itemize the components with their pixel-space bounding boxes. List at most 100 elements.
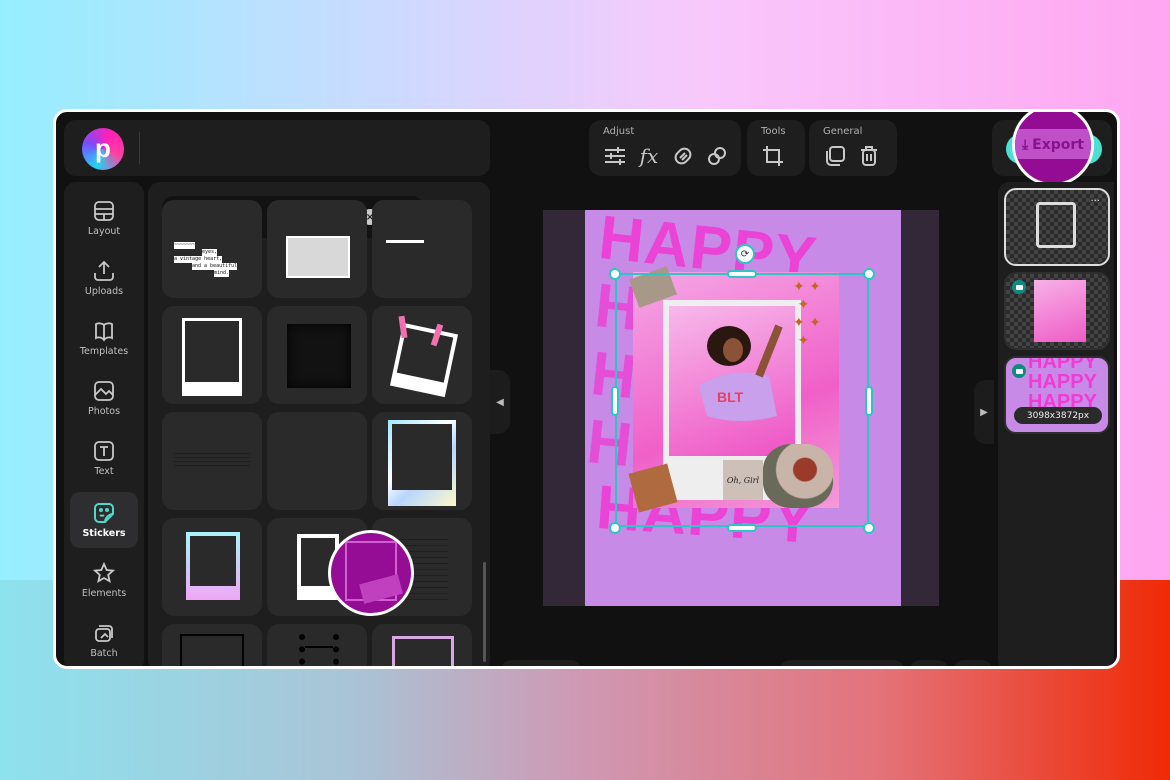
stickers-icon xyxy=(94,502,114,523)
adjust-group: Adjust fx xyxy=(589,120,741,176)
layer-item-collage[interactable]: ··· xyxy=(1004,188,1110,266)
resize-handle-top-left[interactable] xyxy=(609,268,621,280)
sticker-holographic-polaroid xyxy=(388,420,456,506)
bottom-control[interactable] xyxy=(954,660,992,666)
canvas-area: HAPPY HAPPY HAPPY HAPPY HAPPY BLT Oh, Gi… xyxy=(543,210,939,606)
resize-handle-bottom-right[interactable] xyxy=(863,522,875,534)
more-options-icon[interactable]: ··· xyxy=(1090,196,1100,207)
sticker-item[interactable] xyxy=(162,306,262,404)
sidebar-item-photos[interactable]: Photos xyxy=(70,370,138,426)
sticker-item[interactable] xyxy=(162,518,262,616)
sidebar-item-label: Photos xyxy=(87,405,121,417)
sticker-tape xyxy=(386,240,424,243)
sticker-item[interactable] xyxy=(162,624,262,666)
sliders-icon[interactable] xyxy=(603,144,627,168)
sticker-white-polaroid xyxy=(182,318,242,396)
panel-scrollbar[interactable] xyxy=(483,562,486,662)
templates-icon xyxy=(95,321,113,342)
sidebar-item-layout[interactable]: Layout xyxy=(70,190,138,246)
duplicate-icon[interactable] xyxy=(823,144,847,168)
sticker-black-frame xyxy=(287,324,351,388)
stickers-panel: polaroid × ~~~~~~~ eyes, a vintage heart… xyxy=(148,182,490,666)
sticker-item[interactable] xyxy=(267,306,367,404)
link-icon[interactable] xyxy=(705,144,729,168)
sticker-text-collage: ~~~~~~~ eyes, a vintage heart, and a bea… xyxy=(174,242,238,277)
general-group: General xyxy=(809,120,897,176)
tools-group: Tools xyxy=(747,120,805,176)
sidebar-item-label: Elements xyxy=(81,587,127,599)
layers-panel: ··· HAPPY HAPPY HAPPY 3098x3872px xyxy=(998,182,1114,666)
sticker-black-frame xyxy=(180,634,244,666)
sidebar-item-label: Text xyxy=(94,465,114,477)
sidebar-item-label: Stickers xyxy=(82,527,126,539)
resize-handle-left[interactable] xyxy=(611,386,619,416)
app-logo[interactable]: p xyxy=(82,128,124,170)
fx-icon[interactable]: fx xyxy=(637,144,661,168)
sidebar-item-text[interactable]: Text xyxy=(70,430,138,486)
blend-icon[interactable] xyxy=(671,144,695,168)
sticker-item[interactable] xyxy=(372,412,472,510)
layer-item-photo[interactable] xyxy=(1004,272,1110,350)
download-icon: ⤓ xyxy=(1021,137,1029,153)
sticker-item[interactable] xyxy=(162,412,262,510)
sticker-item[interactable] xyxy=(372,624,472,666)
bottom-control[interactable] xyxy=(780,660,904,666)
tools-label: Tools xyxy=(761,126,786,137)
batch-icon xyxy=(95,624,113,642)
collapse-left-panel-button[interactable]: ◀ xyxy=(490,370,510,434)
star-icon xyxy=(93,561,115,583)
resize-handle-right[interactable] xyxy=(865,386,873,416)
sticker-item[interactable] xyxy=(267,200,367,298)
sticker-item[interactable] xyxy=(372,200,472,298)
caret-left-icon: ◀ xyxy=(496,396,504,408)
sticker-item[interactable] xyxy=(267,412,367,510)
resize-handle-top-right[interactable] xyxy=(863,268,875,280)
sticker-item[interactable]: ~~~~~~~ eyes, a vintage heart, and a bea… xyxy=(162,200,262,298)
photos-icon xyxy=(94,380,114,401)
canvas-dimensions-label: 3098x3872px xyxy=(1014,407,1102,424)
editor-window: p Adjust fx Tools General ⤓ Export Layou… xyxy=(53,109,1120,669)
layer-type-badge-icon xyxy=(1012,280,1026,294)
sidebar-item-label: Layout xyxy=(87,225,121,237)
sidebar-item-uploads[interactable]: Uploads xyxy=(70,250,138,306)
sidebar-item-label: Uploads xyxy=(84,285,124,297)
resize-handle-top[interactable] xyxy=(727,270,757,278)
sidebar-item-label: Templates xyxy=(79,345,129,357)
text-icon xyxy=(94,440,114,461)
layer-item-background[interactable]: HAPPY HAPPY HAPPY 3098x3872px xyxy=(1004,356,1110,434)
sidebar-item-stickers[interactable]: Stickers xyxy=(70,492,138,548)
bottom-control[interactable] xyxy=(501,660,581,666)
sidebar-item-batch[interactable]: Batch xyxy=(70,612,138,666)
crop-icon[interactable] xyxy=(761,144,785,168)
resize-handle-bottom-left[interactable] xyxy=(609,522,621,534)
layer-thumbnail xyxy=(1034,280,1086,342)
layer-type-badge-icon xyxy=(1012,364,1026,378)
upload-icon xyxy=(94,260,114,281)
highlighted-sticker[interactable] xyxy=(328,530,414,616)
sticker-item[interactable] xyxy=(267,624,367,666)
sticker-item[interactable] xyxy=(372,306,472,404)
bottom-control[interactable] xyxy=(910,660,948,666)
layout-icon xyxy=(94,200,114,221)
layer-thumbnail-text: HAPPY HAPPY HAPPY xyxy=(1028,356,1097,413)
sticker-white-frame xyxy=(286,236,350,278)
sidebar-item-label: Batch xyxy=(90,647,118,659)
resize-handle-bottom[interactable] xyxy=(727,524,757,532)
sticker-pastel-polaroid xyxy=(186,532,240,600)
trash-icon[interactable] xyxy=(857,144,881,168)
artboard[interactable]: HAPPY HAPPY HAPPY HAPPY HAPPY BLT Oh, Gi… xyxy=(585,210,901,606)
sidebar-item-elements[interactable]: Elements xyxy=(70,552,138,608)
export-label: Export xyxy=(1032,137,1085,153)
divider xyxy=(139,132,140,164)
sidebar: Layout Uploads Templates Photos Text Sti… xyxy=(64,182,144,666)
rotate-handle-icon[interactable]: ⟳ xyxy=(735,244,755,264)
header-bar: p xyxy=(64,120,490,176)
collapse-right-panel-button[interactable]: ▶ xyxy=(974,380,994,444)
selection-box[interactable] xyxy=(615,273,869,527)
caret-right-icon: ▶ xyxy=(980,406,988,418)
sticker-glitter-frame xyxy=(392,636,454,666)
adjust-label: Adjust xyxy=(603,126,635,137)
sidebar-item-templates[interactable]: Templates xyxy=(70,310,138,366)
sticker-film-strip xyxy=(299,634,339,666)
layer-thumbnail xyxy=(1036,202,1076,248)
